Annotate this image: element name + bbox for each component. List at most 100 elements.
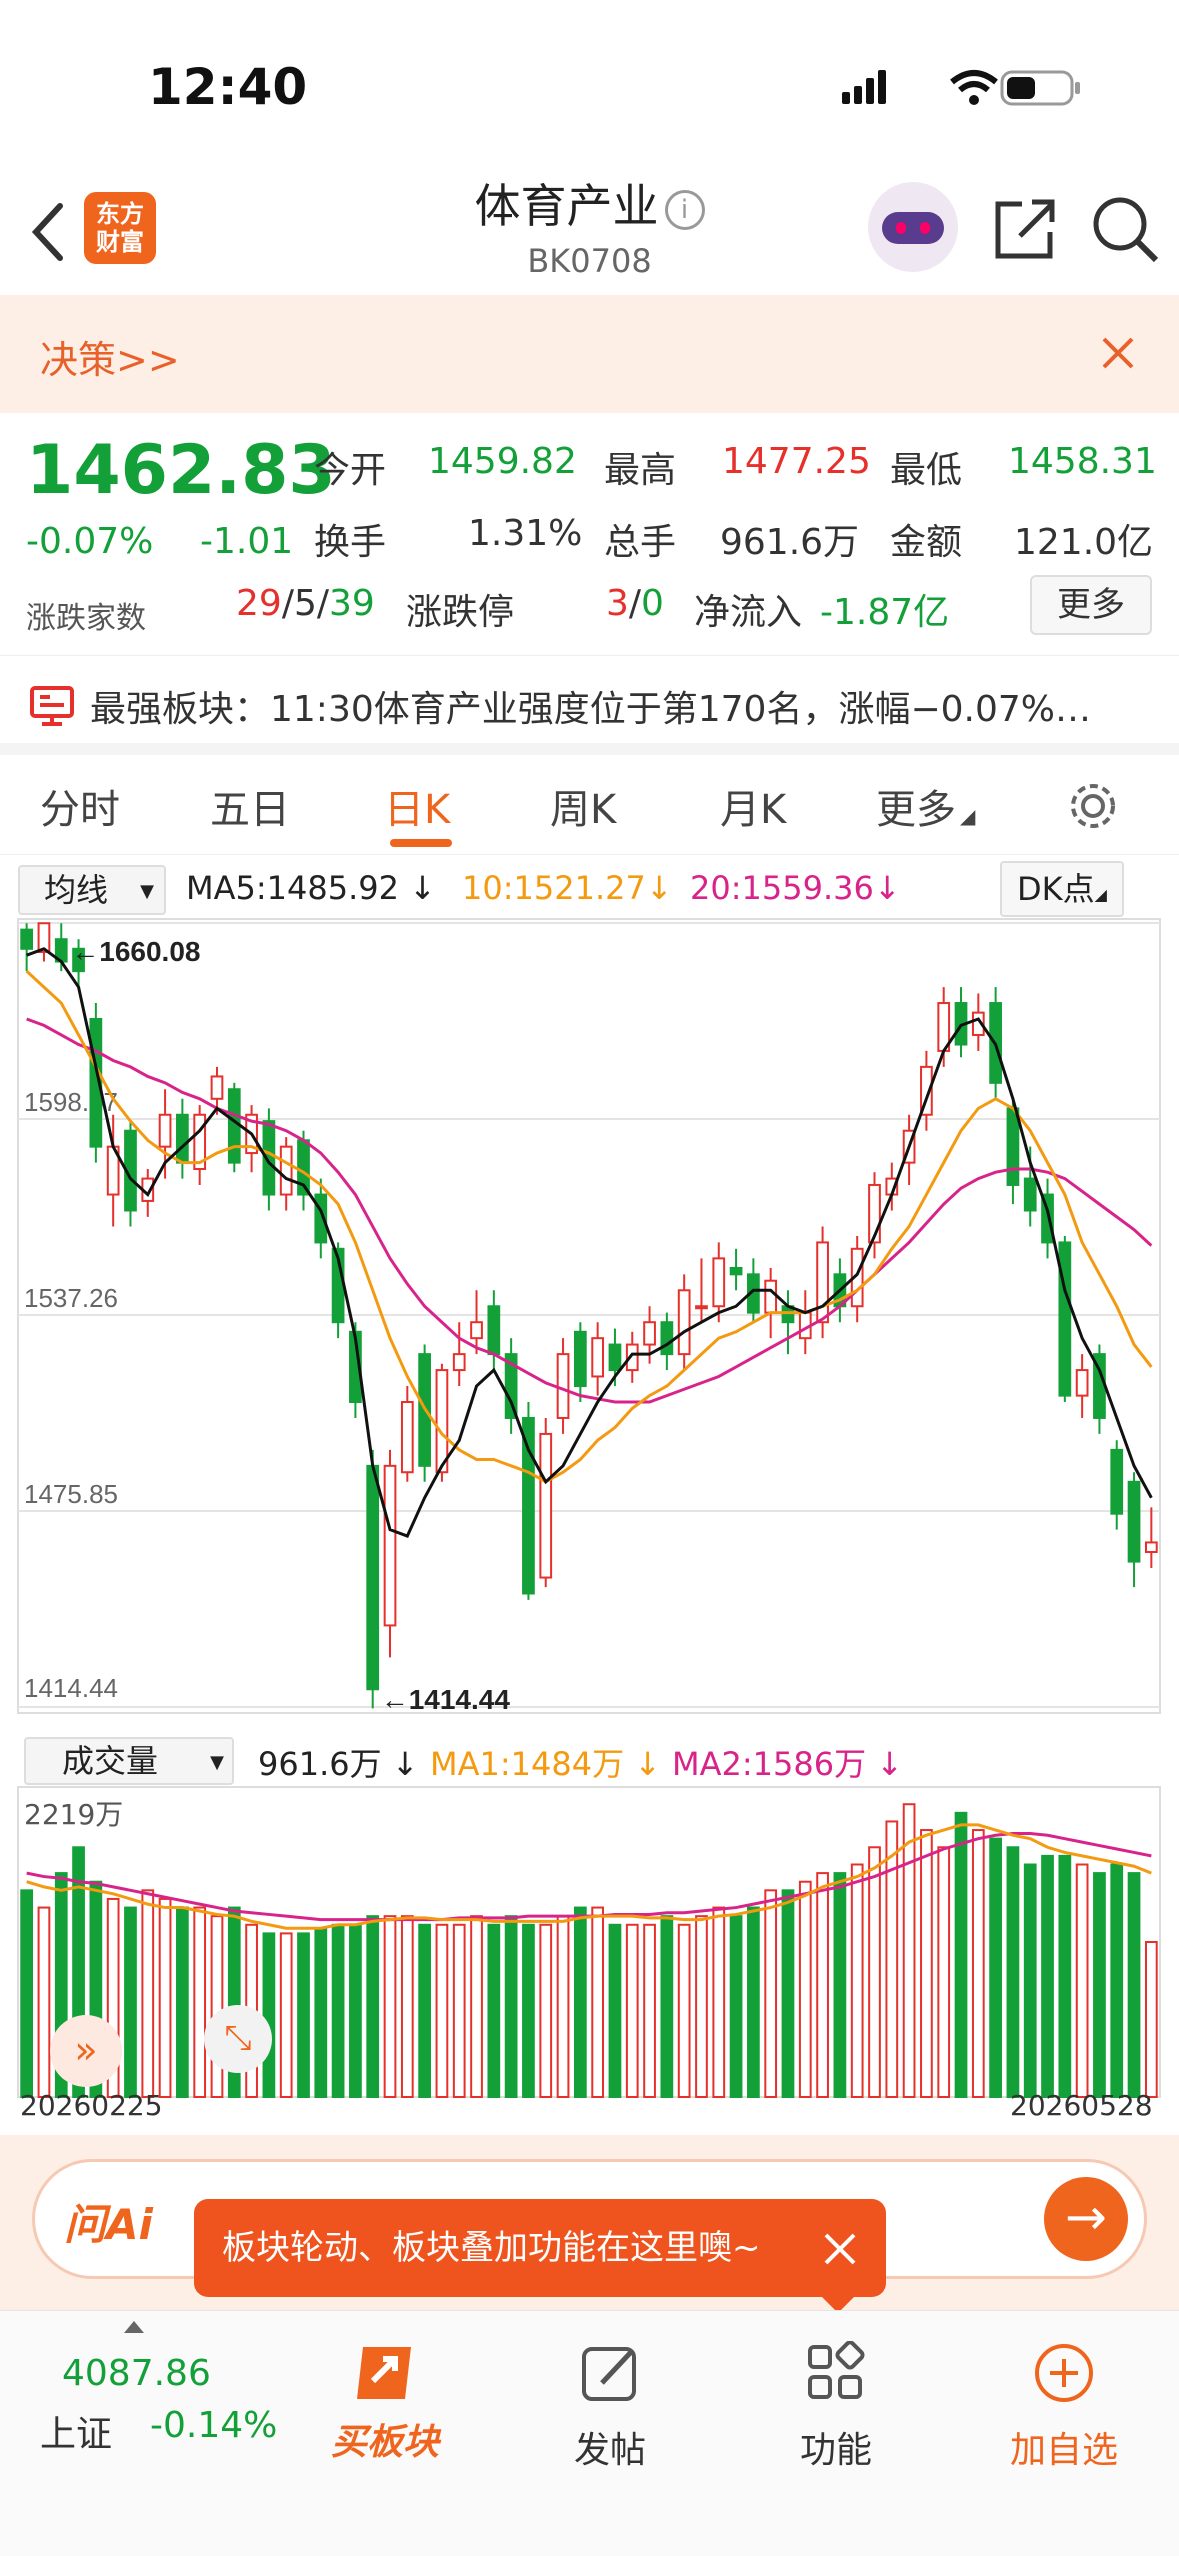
down-candle [954,987,968,1058]
up-candle [591,1322,605,1396]
decision-banner[interactable]: 决策>> [0,295,1179,413]
volume-bar-down [1093,1872,1106,2098]
down-candle [487,1290,501,1371]
volume-bar-up [712,1906,726,2098]
edit-icon [582,2347,636,2401]
down-candle [366,1449,380,1709]
volume-bar-down [20,1889,34,2098]
index-value[interactable]: 4087.86 [62,2353,211,2394]
gear-icon[interactable] [1068,781,1118,831]
volume-bar-down [314,1927,328,2098]
ma-selector[interactable]: 均线 ▼ [18,865,166,915]
dk-label: DK点 [1017,870,1095,908]
ma20-value: 20:1559.36↓ [690,869,901,907]
buy-sector-button[interactable]: 买板块 [305,2341,465,2465]
up-candle [1144,1507,1158,1568]
tab-weekly-k[interactable]: 周K [550,777,616,835]
info-icon[interactable]: i [664,189,705,230]
candle-body [556,1353,570,1419]
price-tick-label: 1660.08 [24,917,118,921]
x-end-label: 20260528 [1010,2089,1153,2122]
expand-up-icon[interactable] [124,2321,144,2333]
kline-svg[interactable]: 1660.081598.671537.261475.851414.44 ←166… [0,917,1179,2135]
cellular-icon [842,70,886,104]
volume-bar-down [331,1923,345,2098]
limit-down: 0 [641,583,664,624]
banner-text[interactable]: 决策>> [40,329,180,384]
inflow-value: -1.87亿 [820,592,950,633]
tab-more-label: 更多 [876,787,956,833]
volume-bar-down [504,1915,518,2099]
close-icon[interactable] [1100,335,1136,371]
ma10-text: 10:1521.27 [462,869,646,907]
bottom-toolbar: 4087.86 上证 -0.14% 买板块 发帖 功能 加自选 [0,2310,1179,2556]
down-candle [1041,1178,1054,1259]
dk-button[interactable]: DK点◢ [1000,861,1124,917]
volume-bar-down [660,1915,674,2099]
vol-ma2-text: MA2:1586万 [672,1745,867,1783]
tab-monthly-k[interactable]: 月K [720,777,786,835]
tooltip-close-icon[interactable] [822,2231,858,2267]
vol-value: 961.6万 ↓ [258,1745,419,1783]
candle-body [1144,1541,1158,1554]
index-change[interactable]: -0.14% [150,2405,277,2446]
volume-bar-up [539,1923,553,2098]
candle-body [1006,1107,1020,1186]
candle-body [452,1353,466,1372]
candle-body [591,1337,605,1378]
ma10-value: 10:1521.27↓ [462,869,673,907]
candle-body [729,1266,743,1276]
volume-bar-down [1110,1863,1124,2098]
vol-ma2: MA2:1586万 ↓ [672,1745,904,1783]
candle-body [1075,1369,1089,1397]
share-icon[interactable] [990,194,1060,264]
search-icon[interactable] [1090,194,1160,264]
post-button[interactable]: 发帖 [530,2341,690,2473]
monitor-icon [30,686,74,726]
dropdown-icon: ▼ [140,881,154,902]
candle-body [366,1464,380,1691]
candle-body [608,1343,622,1372]
fullscreen-icon[interactable]: ⤡ [204,2005,272,2073]
quote-panel: 1462.83 -0.07% -1.01 涨跌家数 今开 1459.82 最高 … [0,413,1179,648]
candle-body [695,1305,708,1310]
index-name[interactable]: 上证 [40,2405,112,2457]
min-price-marker: ←1414.44 [381,1684,511,1715]
volume-bar-up [37,1906,51,2098]
turnover-value: 1.31% [468,513,583,554]
volume-bar-up [383,1915,397,2099]
function-button[interactable]: 功能 [756,2340,916,2473]
battery-icon [1000,70,1080,106]
vol-max-label: 2219万 [24,1798,124,1831]
volume-bar-down [487,1923,501,2098]
add-watchlist-button[interactable]: 加自选 [984,2341,1144,2473]
volume-bar-up [141,1889,155,2098]
robot-avatar-icon[interactable] [868,182,958,272]
tab-more[interactable]: 更多 ◢ [876,777,975,835]
down-candle [729,1248,743,1291]
vol-ma1-text: MA1:1484万 [430,1745,625,1783]
tab-intraday[interactable]: 分时 [40,777,120,835]
up-candle [539,1417,553,1588]
strongest-sector-ticker[interactable]: 最强板块：11:30体育产业强度位于第170名，涨幅−0.07%… [0,655,1179,755]
volume-bar-down [176,1906,189,2098]
volume-bar-up [971,1829,985,2098]
expand-left-icon[interactable]: » [50,2015,122,2087]
corner-icon: ◢ [1094,885,1107,904]
kline-chart[interactable]: 均线 ▼ MA5:1485.92 ↓ 10:1521.27↓ 20:1559.36… [0,855,1179,2135]
indicator-selector[interactable]: 成交量 ▼ [24,1737,234,1785]
tab-five-day[interactable]: 五日 [210,777,290,835]
change-value: -1.01 [200,521,294,562]
ask-ai-bar: 问Ai → 板块轮动、板块叠加功能在这里噢~ [0,2135,1179,2313]
breadth-values: 29/5/39 [236,583,375,624]
volume-bar-down [989,1837,1002,2099]
submit-arrow-icon[interactable]: → [1044,2177,1128,2261]
more-button[interactable]: 更多 [1030,575,1152,635]
tab-daily-k[interactable]: 日K [384,777,450,835]
volume-bar-down [349,1923,362,2098]
candle-body [522,1416,535,1595]
buy-icon [357,2347,411,2399]
volume-bar-up [158,1897,172,2099]
add-circle-icon [1035,2344,1093,2402]
candle-body [383,1464,397,1627]
